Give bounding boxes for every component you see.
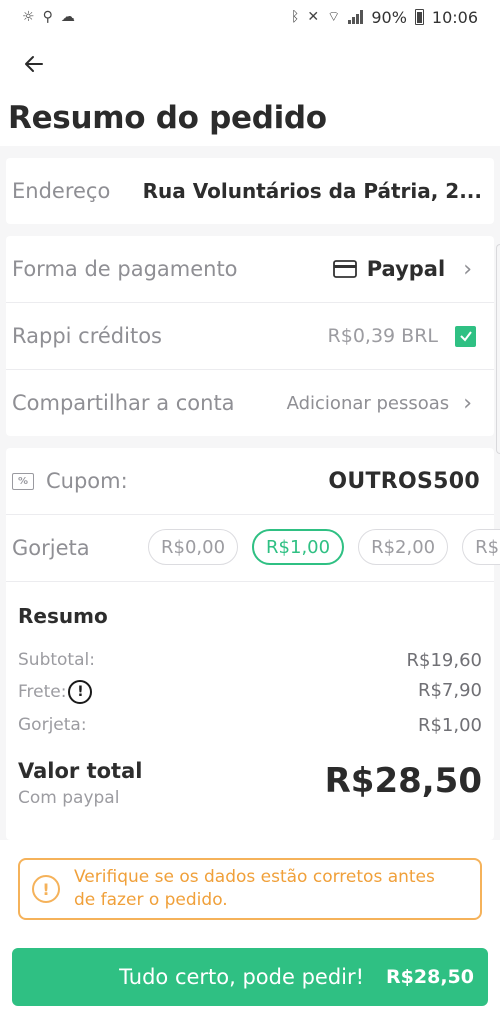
- coupon-label: Cupom:: [46, 469, 128, 493]
- total-label: Valor total: [18, 759, 143, 783]
- warning-line-2: de fazer o pedido.: [74, 890, 228, 910]
- summary-title: Resumo: [18, 604, 108, 628]
- total-value: R$28,50: [324, 761, 482, 801]
- wifi-icon: ⌔: [327, 9, 341, 25]
- chevron-right-icon: ›: [463, 256, 472, 282]
- frete-label: Frete:: [18, 682, 67, 702]
- divider: [6, 581, 494, 582]
- status-bar: ☼ ⚲ ☁ ᛒ ✕ ⌔ 90% 10:06: [0, 0, 500, 34]
- credit-card-icon: [332, 260, 357, 278]
- page-title: Resumo do pedido: [8, 100, 327, 136]
- coupon-icon: %: [12, 472, 34, 490]
- place-order-button[interactable]: Tudo certo, pode pedir! R$28,50: [12, 948, 488, 1006]
- nfc-icon: ☼: [22, 9, 35, 25]
- signal-icon: [348, 10, 364, 24]
- credits-label: Rappi créditos: [12, 324, 162, 348]
- status-bar-right: ᛒ ✕ ⌔ 90% 10:06: [291, 8, 478, 27]
- summary-card: % Cupom: OUTROS500 Gorjeta R$0,00 R$1,00…: [6, 448, 500, 840]
- tip-options: R$0,00 R$1,00 R$2,00 R$3: [148, 529, 500, 565]
- address-label: Endereço: [12, 179, 111, 203]
- clock: 10:06: [431, 7, 478, 27]
- arrow-left-icon: [25, 56, 43, 72]
- tip-option-2[interactable]: R$2,00: [358, 529, 449, 565]
- warning-banner: ! Verifique se os dados estão corretos a…: [18, 858, 482, 920]
- frete-label-wrap: Frete: !: [18, 680, 93, 704]
- warning-text: Verifique se os dados estão corretos ant…: [74, 866, 435, 912]
- address-card[interactable]: Endereço Rua Voluntários da Pátria, 2...: [6, 158, 494, 224]
- subtotal-label: Subtotal:: [18, 650, 95, 670]
- add-people-link[interactable]: Adicionar pessoas: [287, 393, 450, 414]
- back-button[interactable]: [14, 44, 54, 84]
- battery-icon: [414, 9, 424, 25]
- usb-icon: ⚲: [42, 9, 53, 25]
- bluetooth-icon: ᛒ: [291, 9, 300, 25]
- rappi-credits-row: Rappi créditos R$0,39 BRL: [12, 303, 494, 369]
- tip-label: Gorjeta: [12, 536, 90, 560]
- scroll-indicator: [496, 244, 500, 454]
- credits-checkbox[interactable]: [455, 325, 476, 347]
- share-bill-row[interactable]: Compartilhar a conta Adicionar pessoas ›: [12, 370, 494, 436]
- place-order-label: Tudo certo, pode pedir!: [119, 965, 365, 989]
- subtotal-value: R$19,60: [406, 650, 483, 671]
- chevron-right-icon: ›: [463, 390, 472, 416]
- address-value: Rua Voluntários da Pátria, 2...: [142, 179, 482, 203]
- tip-option-0[interactable]: R$0,00: [148, 529, 239, 565]
- check-icon: [459, 331, 472, 342]
- mute-icon: ✕: [307, 9, 320, 25]
- payment-method-name: Paypal: [366, 257, 446, 281]
- battery-percent: 90%: [371, 7, 407, 27]
- payment-method-row[interactable]: Forma de pagamento Paypal ›: [12, 236, 494, 302]
- credits-value: R$0,39 BRL: [327, 325, 438, 347]
- gorjeta-label: Gorjeta:: [18, 715, 87, 735]
- tip-option-1[interactable]: R$1,00: [252, 529, 345, 565]
- share-label: Compartilhar a conta: [12, 391, 235, 415]
- status-bar-left: ☼ ⚲ ☁: [22, 9, 75, 25]
- coupon-row[interactable]: % Cupom: OUTROS500: [12, 448, 494, 514]
- frete-value: R$7,90: [417, 680, 482, 701]
- payment-label: Forma de pagamento: [12, 257, 238, 281]
- payment-card: Forma de pagamento Paypal › Rappi crédit…: [6, 236, 494, 436]
- place-order-price: R$28,50: [386, 966, 474, 988]
- cloud-icon: ☁: [60, 9, 75, 25]
- coupon-code: OUTROS500: [328, 468, 480, 494]
- tip-option-3[interactable]: R$3: [462, 529, 500, 565]
- warning-icon: !: [32, 875, 60, 903]
- total-payment-method: Com paypal: [18, 788, 120, 808]
- warning-line-1: Verifique se os dados estão corretos ant…: [74, 867, 435, 887]
- info-alert-icon[interactable]: !: [68, 680, 93, 704]
- gorjeta-value: R$1,00: [417, 715, 482, 736]
